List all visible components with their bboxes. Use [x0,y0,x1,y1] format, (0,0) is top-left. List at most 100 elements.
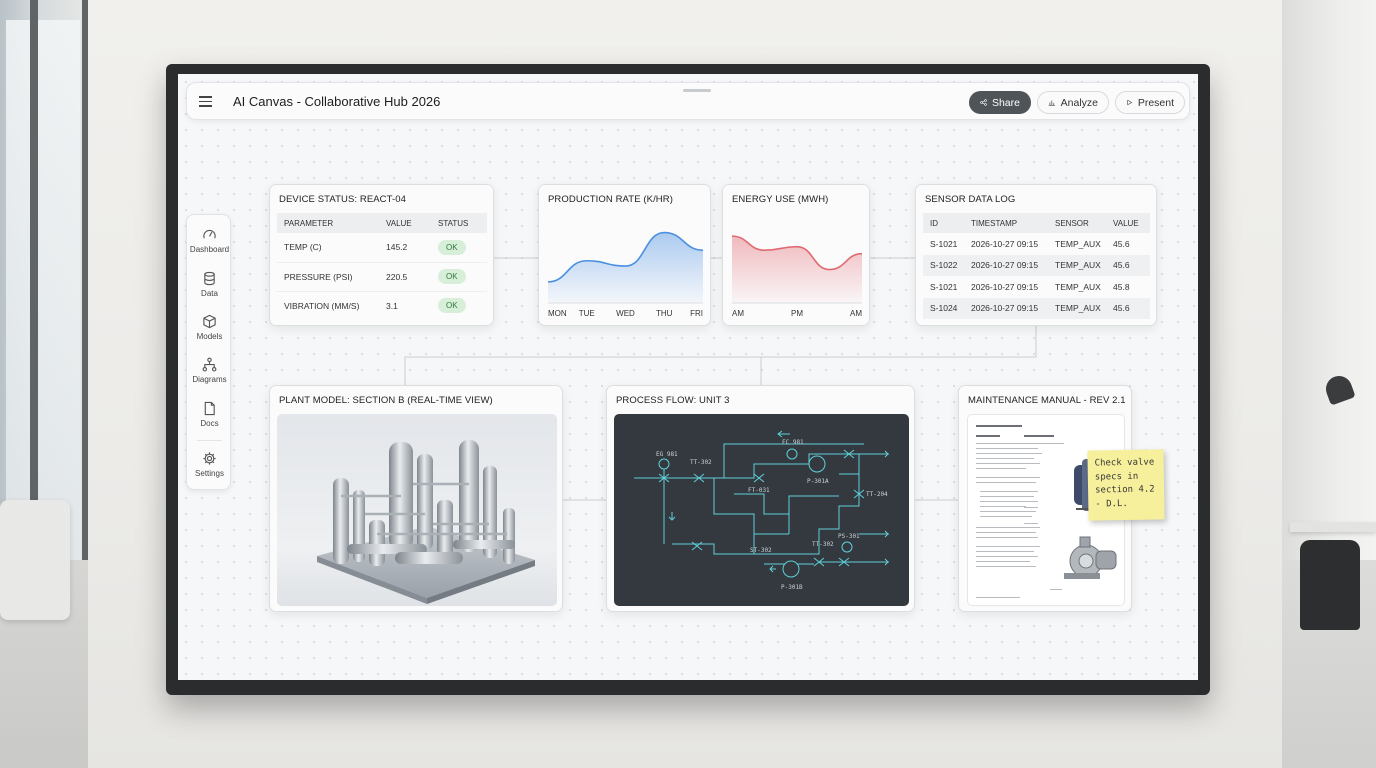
table-row[interactable]: S-1022 2026-10-27 09:15 TEMP_AUX 45.6 [923,254,1150,276]
process-flow-card[interactable]: PROCESS FLOW: UNIT 3 EG 981 TT-302 FC 98… [606,385,915,612]
doc-text-line [976,482,1036,484]
present-button[interactable]: Present [1115,91,1185,114]
plant-model-card[interactable]: PLANT MODEL: SECTION B (REAL-TIME VIEW) [269,385,563,612]
column-header: ID [923,213,964,233]
doc-text-line [976,551,1034,553]
pid-label: ST-302 [750,547,772,554]
dock-label: Data [201,289,218,298]
sticky-note[interactable]: Check valve specs in section 4.2 - D.L. [1087,449,1165,521]
energy-tick-label: AM [732,309,744,318]
desk [1290,522,1376,532]
top-toolbar: AI Canvas - Collaborative Hub 2026 Share… [186,82,1190,120]
parameter-cell: TEMP (C) [277,233,379,263]
bar-chart-icon [1048,100,1056,107]
timestamp-cell: 2026-10-27 09:15 [964,297,1048,319]
gauge-icon [203,229,216,239]
production-tick-label: TUE [579,309,595,318]
table-row[interactable]: TEMP (C) 145.2 OK [277,233,487,263]
energy-use-chart: AM PM AM [731,235,862,318]
sensor-cell: TEMP_AUX [1048,254,1106,276]
pid-label: PS-301 [838,533,860,540]
dock-item-docs[interactable]: Docs [187,401,232,428]
column-header: SENSOR [1048,213,1106,233]
analyze-label: Analyze [1060,96,1098,109]
table-row[interactable]: VIBRATION (MM/S) 3.1 OK [277,291,487,320]
sensor-data-log-card[interactable]: SENSOR DATA LOG ID TIMESTAMP SENSOR VALU… [915,184,1157,326]
energy-tick-label: AM [850,309,862,318]
production-tick-label: WED [616,309,635,318]
canvas-screen: AI Canvas - Collaborative Hub 2026 Share… [178,74,1198,680]
value-cell: 45.8 [1113,281,1130,292]
value-cell: 145.2 [379,233,431,263]
dock-item-data[interactable]: Data [187,271,232,298]
pid-schematic: EG 981 TT-302 FC 981 FT-031 P-301A TT-20… [634,430,889,591]
doc-text-line [980,516,1032,518]
sensor-cell: TEMP_AUX [1055,281,1101,292]
drag-handle[interactable] [683,89,711,92]
card-title: SENSOR DATA LOG [925,194,1016,205]
document-icon [204,401,215,416]
column-header: VALUE [379,213,431,233]
pid-label: P-301A [807,478,829,485]
doc-text-line [976,566,1036,568]
plant-3d-model-image[interactable] [277,414,557,606]
doc-text-line [976,556,1038,558]
device-status-card[interactable]: DEVICE STATUS: REACT-04 PARAMETER VALUE … [269,184,494,326]
dock-item-dashboard[interactable]: Dashboard [187,227,232,254]
table-row[interactable]: S-1024 2026-10-27 09:15 TEMP_AUX 45.6 [923,297,1150,319]
dock-label: Docs [200,419,219,428]
pid-label: P-301B [781,584,803,591]
device-status-table: PARAMETER VALUE STATUS TEMP (C) 145.2 OK… [277,213,487,320]
doc-text-line [1024,523,1038,525]
status-badge: OK [438,239,466,255]
timestamp-cell: 2026-10-27 09:15 [971,281,1039,292]
plant-model-illustration [317,440,535,604]
doc-text-line [980,506,1026,508]
doc-text-line [976,448,1038,450]
pid-label: FT-031 [748,487,770,494]
energy-tick-label: PM [791,309,803,318]
table-row[interactable]: PRESSURE (PSI) 220.5 OK [277,262,487,292]
doc-text-line [1024,491,1038,493]
pid-label: TT-302 [812,541,834,548]
card-title: PROCESS FLOW: UNIT 3 [616,395,730,406]
dock-label: Models [196,332,223,341]
dock-item-diagrams[interactable]: Diagrams [187,357,232,384]
production-rate-chart: MON TUE WED THU FRI [547,231,704,318]
app-title: AI Canvas - Collaborative Hub 2026 [233,94,441,109]
doc-text-line [976,537,1038,539]
doc-text-line [1024,443,1064,445]
share-button[interactable]: Share [969,91,1031,114]
dock-item-models[interactable]: Models [187,314,232,341]
value-cell: 45.6 [1106,297,1150,319]
doc-text-line [976,597,1020,599]
diagram-icon [202,357,217,372]
table-row[interactable]: S-1021 2026-10-27 09:15 TEMP_AUX 45.8 [923,276,1150,298]
timestamp-cell: 2026-10-27 09:15 [964,254,1048,276]
office-chair [0,500,70,620]
doc-heading [1024,435,1054,437]
doc-text-line [976,532,1036,534]
doc-heading [976,425,1022,427]
value-cell: 220.5 [379,262,431,292]
pid-label: TT-204 [866,491,888,498]
timestamp-cell: 2026-10-27 09:15 [971,238,1039,249]
dock-item-settings[interactable]: Settings [187,451,232,478]
analyze-button[interactable]: Analyze [1037,91,1109,114]
column-header: VALUE [1106,213,1150,233]
production-tick-label: MON [548,309,567,318]
doc-text-line [976,527,1040,529]
table-row[interactable]: S-1021 2026-10-27 09:15 TEMP_AUX 45.6 [923,233,1150,255]
cube-icon [203,314,216,329]
production-rate-card[interactable]: PRODUCTION RATE (K/HR) MON TUE WED THU FRI [538,184,711,326]
present-label: Present [1137,96,1174,109]
doc-text-line [976,453,1042,455]
share-icon [980,99,987,106]
play-icon [1127,99,1133,106]
energy-use-card[interactable]: ENERGY USE (MWH) AM PM AM [722,184,870,326]
process-flow-diagram[interactable]: EG 981 TT-302 FC 981 FT-031 P-301A TT-20… [614,414,909,606]
doc-text-line [976,463,1040,465]
status-badge: OK [438,298,466,314]
doc-text-line [980,496,1034,498]
menu-icon[interactable] [199,94,213,108]
